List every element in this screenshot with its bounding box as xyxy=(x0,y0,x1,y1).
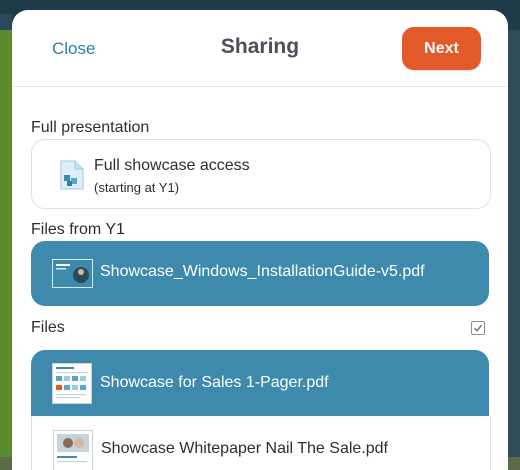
section-label-full-presentation: Full presentation xyxy=(31,119,150,136)
file-thumbnail xyxy=(53,430,93,470)
document-icon xyxy=(60,160,84,195)
file-name: Showcase Whitepaper Nail The Sale.pdf xyxy=(101,440,388,457)
select-all-checkbox[interactable] xyxy=(471,321,485,335)
file-name: Showcase_Windows_InstallationGuide-v5.pd… xyxy=(100,263,425,280)
file-thumbnail xyxy=(52,259,93,288)
sheet-header: Close Sharing Next xyxy=(12,10,508,87)
sharing-sheet: Close Sharing Next Full presentation Ful… xyxy=(12,10,508,470)
next-button[interactable]: Next xyxy=(402,27,481,70)
full-showcase-subtitle: (starting at Y1) xyxy=(94,180,180,195)
section-label-files: Files xyxy=(31,319,65,336)
full-showcase-title: Full showcase access xyxy=(94,157,250,174)
file-item-whitepaper[interactable]: Showcase Whitepaper Nail The Sale.pdf xyxy=(31,416,491,470)
file-item-installation-guide[interactable]: Showcase_Windows_InstallationGuide-v5.pd… xyxy=(31,241,489,306)
file-name: Showcase for Sales 1-Pager.pdf xyxy=(100,374,329,391)
file-item-sales-one-pager[interactable]: Showcase for Sales 1-Pager.pdf xyxy=(31,350,489,416)
section-label-files-from-y1: Files from Y1 xyxy=(31,221,125,238)
background-right-panel xyxy=(508,30,520,457)
file-thumbnail xyxy=(52,363,92,404)
full-showcase-access-item[interactable]: Full showcase access (starting at Y1) xyxy=(31,139,491,209)
background-left-panel xyxy=(0,30,12,457)
